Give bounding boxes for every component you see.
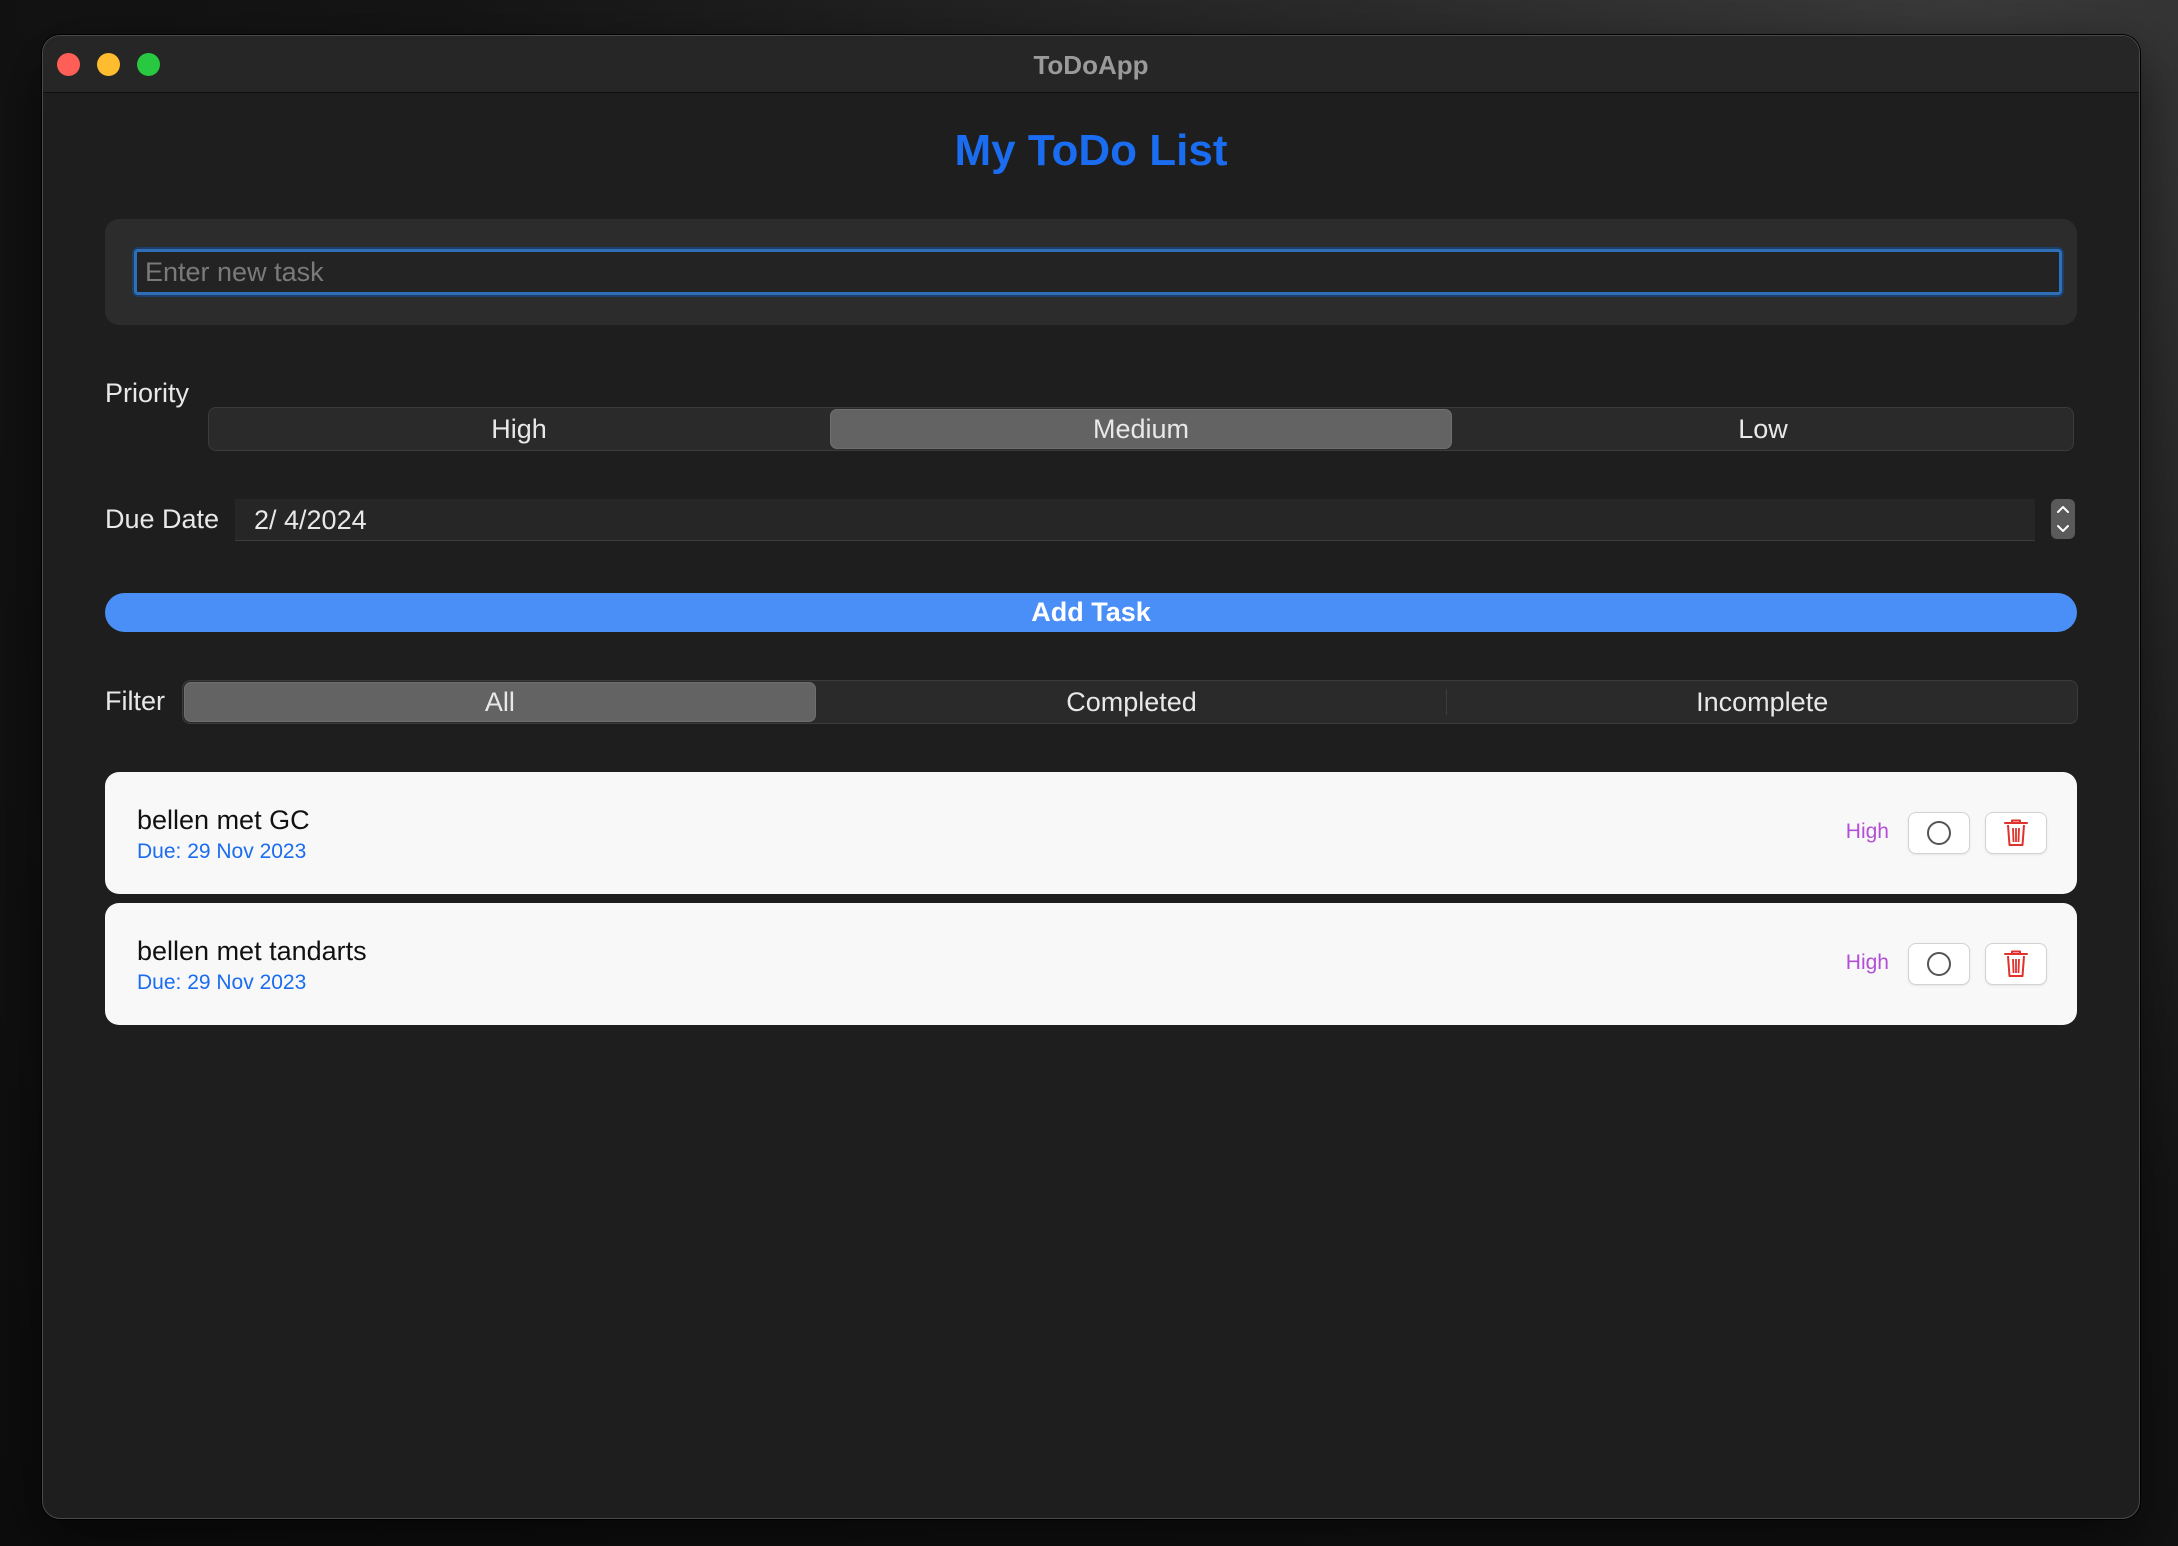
new-task-input[interactable] bbox=[134, 249, 2062, 295]
task-priority-badge: High bbox=[1845, 951, 1889, 974]
toggle-complete-button[interactable] bbox=[1908, 812, 1970, 854]
task-title: bellen met GC bbox=[137, 805, 310, 835]
delete-task-button[interactable] bbox=[1985, 812, 2047, 854]
trash-icon bbox=[2004, 819, 2028, 846]
add-task-button[interactable]: Add Task bbox=[105, 593, 2077, 632]
priority-label: Priority bbox=[105, 378, 190, 408]
task-priority-badge: High bbox=[1845, 820, 1889, 843]
due-date-label: Due Date bbox=[105, 504, 220, 534]
title-bar: ToDoApp bbox=[43, 36, 2139, 93]
filter-option-incomplete[interactable]: Incomplete bbox=[1447, 681, 2077, 723]
filter-option-completed[interactable]: Completed bbox=[817, 681, 1447, 723]
toggle-complete-button[interactable] bbox=[1908, 943, 1970, 985]
page-title: My ToDo List bbox=[954, 126, 1228, 175]
circle-outline-icon bbox=[1927, 821, 1951, 845]
filter-option-all[interactable]: All bbox=[184, 682, 816, 722]
priority-option-low[interactable]: Low bbox=[1453, 408, 2073, 450]
task-title: bellen met tandarts bbox=[137, 936, 367, 966]
filter-label: Filter bbox=[105, 686, 165, 716]
priority-option-medium[interactable]: Medium bbox=[830, 409, 1452, 449]
new-task-panel bbox=[105, 219, 2077, 325]
task-row: bellen met GC Due: 29 Nov 2023 High bbox=[105, 772, 2077, 894]
priority-picker: High Medium Low bbox=[208, 407, 2074, 451]
chevron-up-icon[interactable] bbox=[2056, 504, 2070, 514]
chevron-down-icon[interactable] bbox=[2056, 524, 2070, 534]
task-row: bellen met tandarts Due: 29 Nov 2023 Hig… bbox=[105, 903, 2077, 1025]
due-date-field[interactable]: 2/ 4/2024 bbox=[235, 499, 2035, 541]
date-stepper[interactable] bbox=[2051, 499, 2075, 539]
priority-option-high[interactable]: High bbox=[209, 408, 829, 450]
task-due-date: Due: 29 Nov 2023 bbox=[137, 971, 307, 994]
filter-picker: All Completed Incomplete bbox=[182, 680, 2078, 724]
circle-outline-icon bbox=[1927, 952, 1951, 976]
task-due-date: Due: 29 Nov 2023 bbox=[137, 840, 307, 863]
delete-task-button[interactable] bbox=[1985, 943, 2047, 985]
window-title: ToDoApp bbox=[1033, 50, 1149, 80]
trash-icon bbox=[2004, 950, 2028, 977]
app-window: ToDoApp My ToDo List Priority High Mediu… bbox=[42, 35, 2140, 1519]
